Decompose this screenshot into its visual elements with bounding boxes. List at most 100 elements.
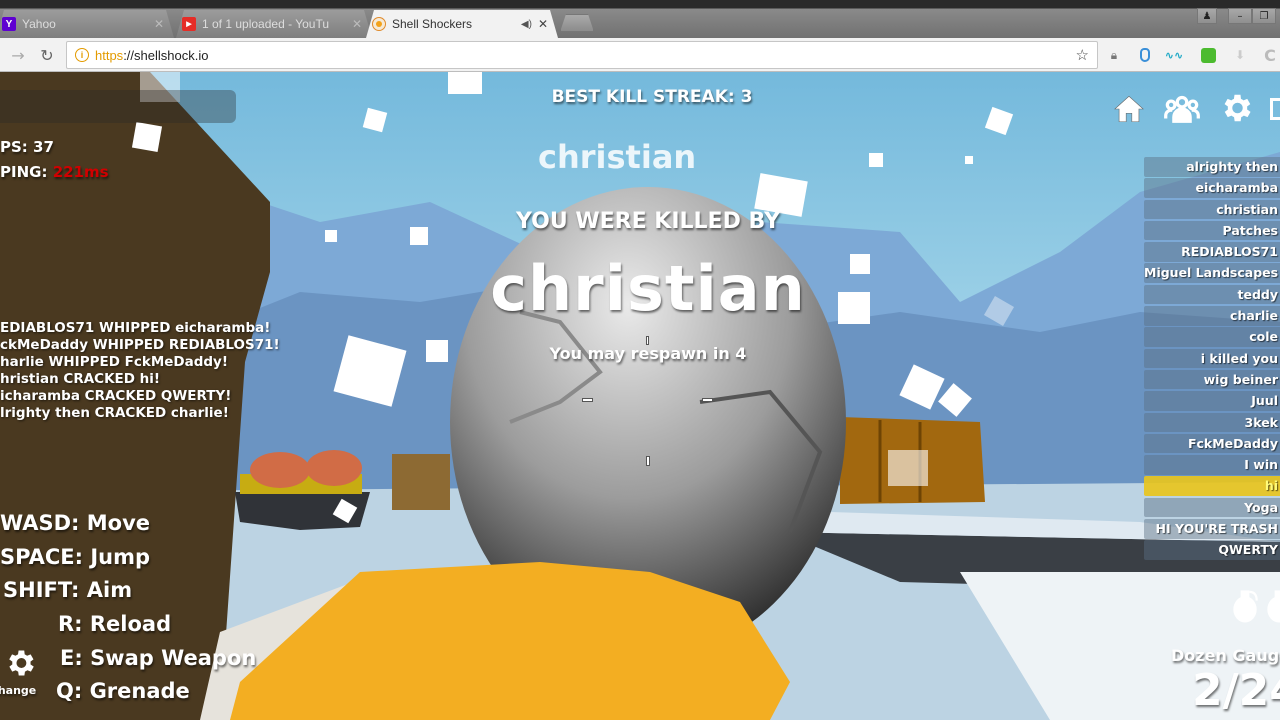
- close-tab-icon[interactable]: ✕: [538, 17, 548, 31]
- scoreboard-row: christian: [1144, 199, 1280, 220]
- crosshair-right: [702, 398, 713, 402]
- control-jump: SPACE: Jump: [0, 545, 150, 569]
- egg-icon: [372, 17, 386, 31]
- tab-youtube[interactable]: ▶ 1 of 1 uploaded - YouTu ✕: [176, 10, 372, 38]
- scoreboard-row: I win: [1144, 455, 1280, 475]
- control-action: Reload: [89, 612, 172, 636]
- crate: [392, 454, 450, 510]
- scoreboard-row: 3kek: [1144, 412, 1280, 433]
- crosshair-bottom: [646, 456, 650, 466]
- tab-yahoo[interactable]: Y Yahoo ✕: [0, 10, 174, 38]
- reload-button[interactable]: ↻: [37, 45, 57, 65]
- grenade-icon: [1267, 590, 1280, 623]
- game-canvas[interactable]: PS: 37 PING: 221ms EDIABLOS71 WHIPPED ei…: [0, 72, 1280, 720]
- browser-toolbar: → ↻ i https ://shellshock.io ☆ 🔒︎ ∿∿ ⬇ C: [0, 38, 1280, 72]
- control-key: R:: [58, 612, 83, 636]
- control-action: Grenade: [89, 679, 190, 703]
- new-tab-button[interactable]: [560, 14, 594, 32]
- snowflake: [965, 156, 973, 164]
- fps-value: 37: [33, 138, 54, 156]
- home-icon: [1114, 95, 1144, 123]
- settings-button[interactable]: [1218, 90, 1252, 124]
- scoreboard-row: Patches: [1144, 220, 1280, 241]
- fullscreen-button[interactable]: [1270, 98, 1280, 120]
- restore-button[interactable]: ❐: [1252, 8, 1276, 24]
- scoreboard-row-self: hi: [1144, 476, 1280, 496]
- tab-title: 1 of 1 uploaded - YouTu: [202, 17, 329, 31]
- control-grenade: Q: Grenade: [56, 679, 190, 703]
- kill-feed-entry: icharamba CRACKED QWERTY!: [0, 388, 232, 404]
- scoreboard-row: Juul: [1144, 391, 1280, 411]
- scoreboard-row: HI YOU'RE TRASH: [1144, 519, 1280, 539]
- killer-nametag: christian: [538, 138, 697, 176]
- respawn-countdown: You may respawn in 4: [549, 344, 747, 363]
- scoreboard-row: i killed you: [1144, 348, 1280, 369]
- fps-label: PS:: [0, 138, 28, 156]
- control-action: Jump: [90, 545, 150, 569]
- control-key: SHIFT:: [3, 578, 80, 602]
- kill-feed-entry: lrighty then CRACKED charlie!: [0, 405, 229, 421]
- scoreboard-row: cole: [1144, 327, 1280, 347]
- bookmark-star-icon[interactable]: ☆: [1076, 46, 1089, 64]
- url-host: ://shellshock.io: [123, 47, 209, 63]
- share-icon[interactable]: [1200, 47, 1216, 63]
- snowflake: [888, 450, 928, 486]
- profile-button[interactable]: ♟: [1197, 8, 1217, 24]
- control-reload: R: Reload: [58, 612, 171, 636]
- control-aim: SHIFT: Aim: [3, 578, 132, 602]
- scoreboard-row: Yoga: [1144, 497, 1280, 518]
- wave-icon[interactable]: ∿∿: [1165, 47, 1183, 63]
- close-tab-icon[interactable]: ✕: [352, 17, 362, 31]
- forward-button[interactable]: →: [8, 45, 28, 65]
- audio-icon[interactable]: ◀): [521, 19, 532, 30]
- c-icon[interactable]: C: [1262, 46, 1278, 65]
- change-controls-button[interactable]: Change: [0, 646, 38, 697]
- close-tab-icon[interactable]: ✕: [154, 17, 164, 31]
- change-label: Change: [0, 684, 37, 697]
- control-move: WASD: Move: [0, 511, 150, 535]
- kill-feed-entry: hristian CRACKED hi!: [0, 371, 161, 387]
- gear-icon: [9, 650, 34, 676]
- address-bar[interactable]: i https ://shellshock.io ☆: [66, 41, 1098, 69]
- control-key: Q:: [56, 679, 83, 703]
- lock-icon[interactable]: 🔒︎: [1106, 47, 1122, 63]
- control-action: Move: [86, 511, 151, 535]
- crosshair-top: [646, 336, 649, 345]
- control-key: WASD:: [0, 511, 80, 535]
- settings-icon: [1224, 94, 1251, 122]
- friends-button[interactable]: [1163, 92, 1200, 126]
- info-icon[interactable]: i: [75, 48, 89, 62]
- url-scheme: https: [95, 47, 124, 63]
- snowflake: [362, 107, 388, 133]
- scoreboard-row: FckMeDaddy: [1144, 433, 1280, 454]
- ammo-count: 2/24: [1192, 665, 1280, 716]
- control-action: Aim: [86, 578, 133, 602]
- tab-shell-shockers[interactable]: Shell Shockers ◀) ✕: [366, 10, 558, 38]
- weapon-name: Dozen Gauge: [1171, 646, 1280, 665]
- shield-icon[interactable]: [1137, 47, 1153, 63]
- snowflake: [869, 153, 883, 167]
- scoreboard: alrighty then eicharamba christian Patch…: [1144, 157, 1280, 562]
- scoreboard-row: wig beiner: [1144, 369, 1280, 390]
- scoreboard-row: REDIABLOS71: [1144, 242, 1280, 262]
- killed-by-heading: YOU WERE KILLED BY: [515, 209, 780, 234]
- youtube-icon: ▶: [182, 17, 196, 31]
- ping-label: PING:: [0, 163, 48, 181]
- control-swap-weapon: E: Swap Weapon: [60, 646, 256, 670]
- home-button[interactable]: [1112, 92, 1146, 126]
- download-icon[interactable]: ⬇: [1232, 47, 1248, 63]
- minimize-button[interactable]: –: [1228, 8, 1252, 24]
- tab-strip: Y Yahoo ✕ ▶ 1 of 1 uploaded - YouTu ✕ Sh…: [0, 0, 1280, 40]
- scoreboard-row: charlie: [1144, 306, 1280, 326]
- scoreboard-row: alrighty then: [1144, 157, 1280, 177]
- scoreboard-row: Miguel Landscapes: [1144, 263, 1280, 283]
- scoreboard-row: eicharamba: [1144, 178, 1280, 198]
- fps-readout: PS: 37: [0, 138, 54, 156]
- browser-window: Y Yahoo ✕ ▶ 1 of 1 uploaded - YouTu ✕ Sh…: [0, 0, 1280, 720]
- snowflake: [131, 121, 163, 153]
- ping-readout: PING: 221ms: [0, 163, 109, 181]
- ping-value: 221ms: [52, 163, 109, 181]
- control-action: Swap Weapon: [90, 646, 257, 670]
- control-key: SPACE:: [0, 545, 83, 569]
- scoreboard-row: QWERTY: [1144, 540, 1280, 560]
